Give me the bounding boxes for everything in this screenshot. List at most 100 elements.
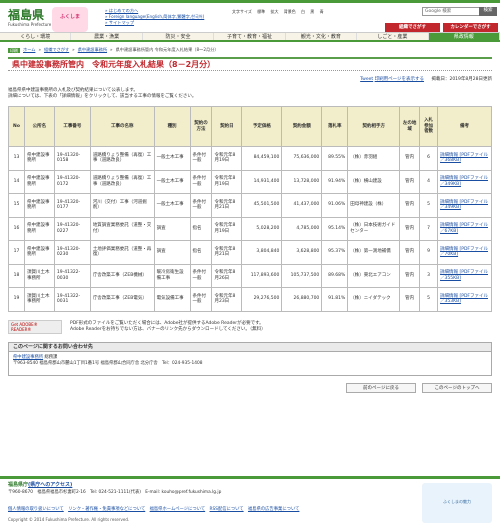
search-by-calendar-button[interactable]: カレンダーでさがす [443, 23, 498, 32]
search-button[interactable]: 検索 [479, 7, 497, 16]
table-cell: 県中建設事務所 [23, 216, 55, 241]
table-cell: 19-41320-0177 [53, 193, 91, 218]
table-cell: 75,636,000 [281, 146, 323, 171]
table-cell: 管内 [399, 287, 421, 312]
font-large-button[interactable]: 拡大 [270, 9, 278, 14]
page-top-button[interactable]: このページのトップへ [422, 382, 492, 393]
table-cell: 5,028,200 [241, 216, 283, 241]
detail-pdf-link[interactable]: 詳細情報 [PDFファイル／355KB] [440, 270, 488, 281]
adobe-reader-banner[interactable]: Get ADOBE® READER® [8, 319, 62, 334]
nav-agriculture[interactable]: 農業・漁業 [71, 33, 143, 40]
search-by-org-button[interactable]: 組織でさがす [385, 23, 440, 32]
table-cell: 管内 [399, 216, 421, 241]
breadcrumb-org[interactable]: 組織でさがす [44, 47, 69, 52]
table-cell: 令和元年8月21日 [211, 193, 243, 218]
detail-pdf-link[interactable]: 詳細情報 [PDFファイル／349KB] [440, 176, 488, 187]
link-sitemap[interactable]: » サイトマップ [105, 20, 204, 26]
table-header-row: No 公所名 工事番号 工事の名称 種別 契約の方法 契約日 予定価格 契約金額 落札率 契約相手方… [8, 106, 492, 147]
footer-link-about[interactable]: 福島県ホームページについて [150, 507, 206, 512]
access-link[interactable]: (県庁へのアクセス) [28, 482, 72, 488]
table-cell: 条件付一般 [189, 287, 213, 312]
table-cell: 3 [419, 263, 439, 288]
breadcrumb-home[interactable]: ホーム [23, 47, 35, 52]
table-cell: （株）第一測地補償 [347, 240, 401, 265]
page-title: 県中建設事務所管内 令和元年度入札結果（8－2月分） [8, 57, 492, 71]
detail-cell: 詳細情報 [PDFファイル／355KB] [437, 263, 492, 288]
print-tag[interactable]: 印刷 [8, 47, 20, 53]
table-cell: 調査 [153, 216, 191, 241]
column-header: 公所名 [23, 106, 55, 147]
table-row: 14 県中建設事務所 19-41320-0172 道路橋りょう整備（再復）工事（道路改… [8, 169, 492, 194]
table-cell: 26,880,700 [281, 287, 323, 312]
font-standard-button[interactable]: 標準 [257, 9, 265, 14]
adobe-notice: Get ADOBE® READER® PDF形式のファイルをご覧いただく場合には… [8, 319, 492, 334]
footer-link-copyright[interactable]: リンク・著作権・免責事項などについて [68, 507, 145, 512]
table-cell: 県中建設事務所 [23, 169, 55, 194]
table-cell: 庁舎改築工事（ZEB機械） [89, 263, 155, 288]
nav-government[interactable]: 県政情報 [428, 33, 500, 40]
print-page-link[interactable]: 印刷用ページを表示する [375, 77, 424, 82]
footer-link-rss[interactable]: RSS配信について [210, 507, 244, 512]
table-cell: 条件付一般 [189, 263, 213, 288]
table-cell: 指名 [189, 216, 213, 241]
table-cell: 地質調査業務委託（道整・交付） [89, 216, 155, 241]
table-cell: 7 [419, 216, 439, 241]
table-cell: 管内 [399, 240, 421, 265]
footer: 福島県庁(県庁へのアクセス) 〒960-8670 福島県福島市杉妻町2-16 T… [0, 476, 500, 526]
footer-link-privacy[interactable]: 個人情報の取り扱いについて [8, 507, 64, 512]
table-cell: 県中建設事務所 [23, 193, 55, 218]
table-row: 13 県中建設事務所 19-41320-0158 道路橋りょう整備（再復）工事（道路改… [8, 146, 492, 171]
detail-pdf-link[interactable]: 詳細情報 [PDFファイル／70KB] [440, 247, 488, 258]
search-input[interactable]: Google 検索 検索 [422, 7, 497, 16]
search-placeholder: Google 検索 [425, 9, 452, 14]
bg-blue-button[interactable]: 青 [320, 9, 324, 14]
detail-pdf-link[interactable]: 詳細情報 [PDFファイル／67KB] [440, 223, 488, 234]
table-cell: 19 [8, 287, 25, 312]
table-cell: 道路橋りょう整備（再復）工事（道路改良） [89, 146, 155, 171]
table-cell: 19-41320-0158 [53, 146, 91, 171]
table-cell: 95.37% [321, 240, 349, 265]
table-cell: 管内 [399, 146, 421, 171]
table-cell: 須賀川土木事務所 [23, 287, 55, 312]
table-cell: 84,459,100 [241, 146, 283, 171]
table-cell: 管内 [399, 169, 421, 194]
bg-white-button[interactable]: 白 [301, 9, 305, 14]
column-header: 契約日 [211, 106, 243, 147]
breadcrumb-separator: » [38, 47, 41, 53]
mascot-banner[interactable]: ふくしま [52, 7, 88, 32]
detail-pdf-link[interactable]: 詳細情報 [PDFファイル／353KB] [440, 294, 488, 305]
detail-cell: 詳細情報 [PDFファイル／70KB] [437, 240, 492, 265]
footer-mascot-banner[interactable]: ふくしまの魅力 [422, 483, 492, 523]
site-logo[interactable]: 福島県 Fukushima Prefecture [8, 9, 51, 28]
breadcrumb-separator: » [72, 47, 75, 53]
column-header: 左の地域 [399, 106, 421, 147]
nav-safety[interactable]: 防災・安全 [143, 33, 215, 40]
table-cell: 14 [8, 169, 25, 194]
table-cell: 条件付一般 [189, 169, 213, 194]
column-header: 工事の名称 [89, 106, 155, 147]
table-row: 19 須賀川土木事務所 19-41322-0031 庁舎改築工事（ZEB電気） 電気設備… [8, 287, 492, 312]
table-cell: 令和元年8月19日 [211, 146, 243, 171]
nav-industry[interactable]: しごと・産業 [357, 33, 429, 40]
table-cell: 田母神建設（株） [347, 193, 401, 218]
bg-black-button[interactable]: 黒 [310, 9, 314, 14]
footer-address: 〒960-8670 福島県福島市杉妻町2-16 Tel: 024-521-111… [8, 490, 222, 495]
table-cell: 9 [419, 240, 439, 265]
footer-link-ads[interactable]: 福島県の広告事業について [248, 507, 299, 512]
nav-childcare[interactable]: 子育て・教育・福祉 [214, 33, 286, 40]
header: 福島県 Fukushima Prefecture ふくしま » はじめての方へ … [0, 0, 500, 32]
detail-pdf-link[interactable]: 詳細情報 [PDFファイル／368KB] [440, 153, 488, 164]
table-cell: 91.94% [321, 169, 349, 194]
column-header: 工事番号 [53, 106, 91, 147]
table-cell: （株）赤羽組 [347, 146, 401, 171]
inquiry-org-link[interactable]: 県中建設事務所 [13, 355, 43, 360]
table-cell: 105,737,500 [281, 263, 323, 288]
back-button[interactable]: 前のページに戻る [346, 382, 416, 393]
table-cell: 117,893,600 [241, 263, 283, 288]
nav-life[interactable]: くらし・環境 [0, 33, 72, 40]
nav-tourism[interactable]: 観光・文化・教育 [286, 33, 358, 40]
tweet-button[interactable]: Tweet [360, 77, 373, 82]
detail-pdf-link[interactable]: 詳細情報 [PDFファイル／349KB] [440, 200, 488, 211]
breadcrumb-office[interactable]: 県中建設事務所 [78, 47, 107, 52]
inquiry-address: 〒963-8540 福島県郡山市麓山1丁目1番1号 福島県郡山合同庁舎 北分庁舎 [13, 360, 158, 366]
